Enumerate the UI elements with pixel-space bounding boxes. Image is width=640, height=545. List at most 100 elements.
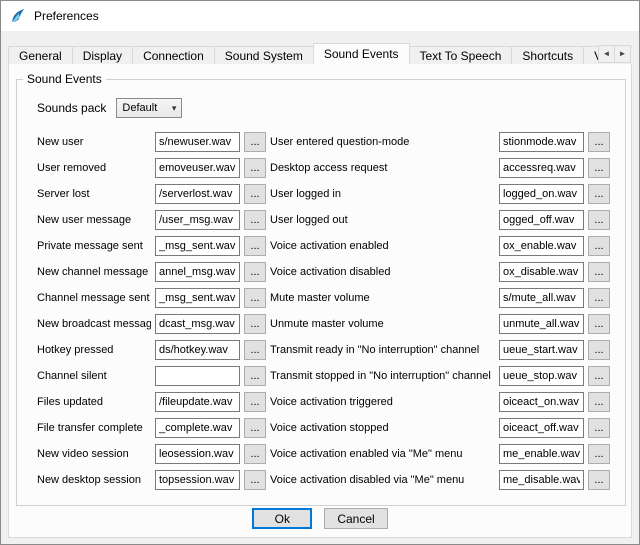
browse-button[interactable]: ... [588, 210, 610, 230]
browse-button[interactable]: ... [244, 444, 266, 464]
sound-event-label: Server lost [37, 188, 151, 200]
sounds-pack-value: Default [122, 102, 157, 114]
sound-event-label: Unmute master volume [270, 318, 495, 330]
sound-file-input[interactable] [155, 158, 240, 178]
sound-file-input[interactable] [499, 236, 584, 256]
sound-file-input[interactable] [499, 392, 584, 412]
sound-event-label: User removed [37, 162, 151, 174]
tab-general[interactable]: General [8, 46, 73, 64]
sound-file-input[interactable] [155, 236, 240, 256]
sound-file-input[interactable] [499, 210, 584, 230]
browse-button[interactable]: ... [588, 288, 610, 308]
browse-button[interactable]: ... [588, 158, 610, 178]
cancel-button[interactable]: Cancel [324, 508, 387, 529]
sound-file-input[interactable] [155, 314, 240, 334]
tab-display[interactable]: Display [72, 46, 133, 64]
browse-button[interactable]: ... [244, 210, 266, 230]
sound-file-input[interactable] [155, 418, 240, 438]
sounds-pack-label: Sounds pack [37, 101, 106, 115]
browse-button[interactable]: ... [588, 418, 610, 438]
browse-button[interactable]: ... [588, 470, 610, 490]
sound-event-label: New user message [37, 214, 151, 226]
sound-event-label: Voice activation enabled [270, 240, 495, 252]
browse-button[interactable]: ... [244, 262, 266, 282]
sound-event-label: File transfer complete [37, 422, 151, 434]
sound-event-label: User logged out [270, 214, 495, 226]
browse-button[interactable]: ... [588, 340, 610, 360]
tab-strip: General Display Connection Sound System … [8, 43, 632, 64]
sound-file-input[interactable] [499, 444, 584, 464]
browse-button[interactable]: ... [244, 236, 266, 256]
sound-event-label: Voice activation stopped [270, 422, 495, 434]
browse-button[interactable]: ... [244, 132, 266, 152]
sound-file-input[interactable] [155, 366, 240, 386]
sound-event-label: User entered question-mode [270, 136, 495, 148]
browse-button[interactable]: ... [244, 470, 266, 490]
sound-file-input[interactable] [499, 340, 584, 360]
ok-button[interactable]: Ok [252, 508, 312, 529]
tab-sound-events[interactable]: Sound Events [313, 43, 410, 64]
sound-file-input[interactable] [499, 262, 584, 282]
sound-event-label: Desktop access request [270, 162, 495, 174]
sound-file-input[interactable] [155, 340, 240, 360]
sound-event-label: Private message sent [37, 240, 151, 252]
sound-event-label: User logged in [270, 188, 495, 200]
browse-button[interactable]: ... [244, 340, 266, 360]
sound-event-label: New channel message [37, 266, 151, 278]
sound-file-input[interactable] [499, 158, 584, 178]
group-title: Sound Events [23, 72, 106, 86]
sound-file-input[interactable] [499, 132, 584, 152]
sound-event-label: New broadcast message [37, 318, 151, 330]
sound-file-input[interactable] [155, 262, 240, 282]
sound-file-input[interactable] [499, 288, 584, 308]
sound-file-input[interactable] [499, 418, 584, 438]
browse-button[interactable]: ... [244, 184, 266, 204]
sound-event-label: Voice activation triggered [270, 396, 495, 408]
tab-text-to-speech[interactable]: Text To Speech [409, 46, 513, 64]
scroll-right-icon: ► [619, 49, 627, 58]
sound-file-input[interactable] [155, 210, 240, 230]
browse-button[interactable]: ... [588, 262, 610, 282]
sound-event-label: New video session [37, 448, 151, 460]
sound-file-input[interactable] [155, 184, 240, 204]
sound-file-input[interactable] [155, 444, 240, 464]
sound-events-group: Sound Events Sounds pack Default ▾ New u… [16, 72, 626, 506]
tab-sound-system[interactable]: Sound System [214, 46, 314, 64]
preferences-window: Preferences General Display Connection S… [0, 0, 640, 545]
sound-file-input[interactable] [155, 288, 240, 308]
sounds-pack-select[interactable]: Default ▾ [116, 98, 182, 118]
sound-file-input[interactable] [155, 132, 240, 152]
browse-button[interactable]: ... [588, 392, 610, 412]
tab-scroll: ◄ ► [599, 45, 631, 63]
tab-scroll-left-button[interactable]: ◄ [598, 45, 615, 63]
tab-shortcuts[interactable]: Shortcuts [511, 46, 584, 64]
browse-button[interactable]: ... [588, 236, 610, 256]
tab-connection[interactable]: Connection [132, 46, 215, 64]
sound-file-input[interactable] [499, 366, 584, 386]
browse-button[interactable]: ... [588, 444, 610, 464]
browse-button[interactable]: ... [244, 314, 266, 334]
sound-file-input[interactable] [499, 184, 584, 204]
sound-event-label: Channel silent [37, 370, 151, 382]
sound-event-label: Hotkey pressed [37, 344, 151, 356]
sound-file-input[interactable] [155, 470, 240, 490]
sound-file-input[interactable] [499, 314, 584, 334]
browse-button[interactable]: ... [588, 132, 610, 152]
browse-button[interactable]: ... [244, 418, 266, 438]
sound-file-input[interactable] [499, 470, 584, 490]
browse-button[interactable]: ... [244, 158, 266, 178]
browse-button[interactable]: ... [244, 392, 266, 412]
browse-button[interactable]: ... [588, 366, 610, 386]
sound-event-label: Voice activation disabled [270, 266, 495, 278]
sound-file-input[interactable] [155, 392, 240, 412]
browse-button[interactable]: ... [244, 366, 266, 386]
sound-event-label: Channel message sent [37, 292, 151, 304]
browse-button[interactable]: ... [588, 314, 610, 334]
tab-scroll-right-button[interactable]: ► [614, 45, 631, 63]
browse-button[interactable]: ... [588, 184, 610, 204]
sound-event-label: Mute master volume [270, 292, 495, 304]
sound-event-label: Transmit ready in "No interruption" chan… [270, 344, 495, 356]
scroll-left-icon: ◄ [603, 49, 611, 58]
browse-button[interactable]: ... [244, 288, 266, 308]
app-icon [10, 8, 26, 24]
